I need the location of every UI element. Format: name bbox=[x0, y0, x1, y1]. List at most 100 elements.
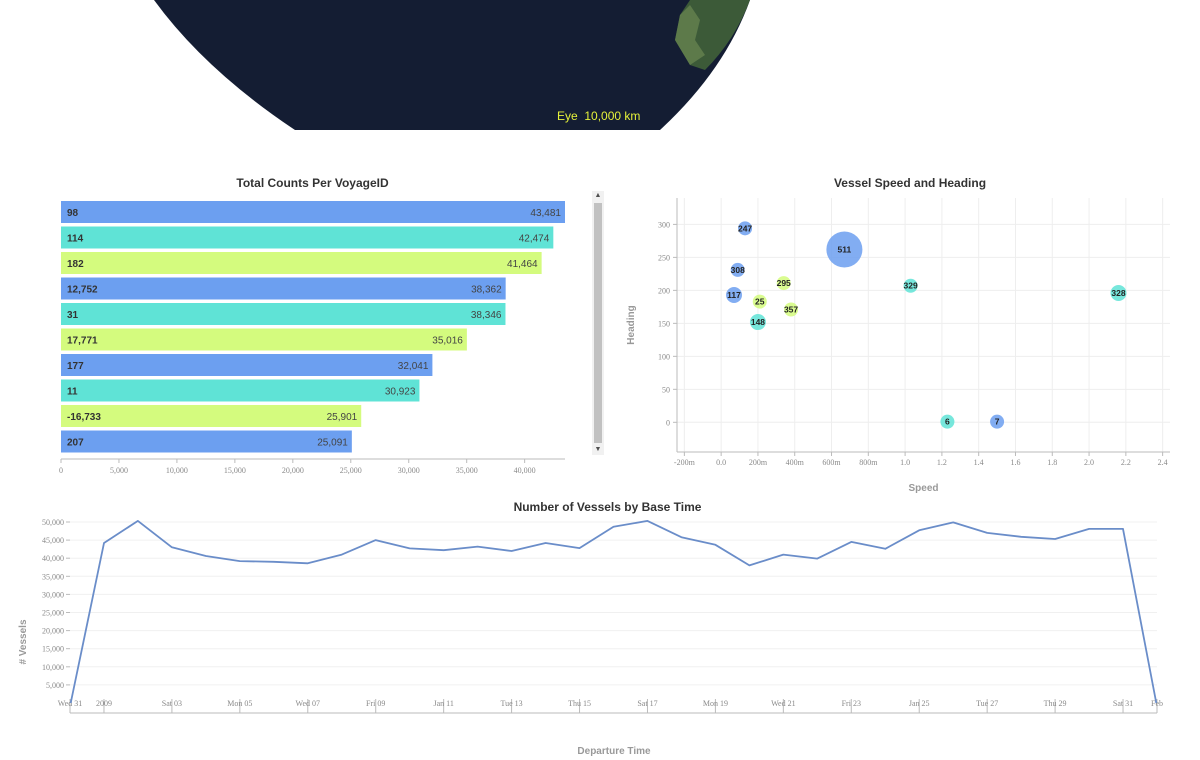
x-tick-label: Thu 29 bbox=[1044, 699, 1067, 708]
bar bbox=[61, 277, 506, 300]
x-tick-label: 2.0 bbox=[1084, 458, 1094, 467]
bubble-chart-title: Vessel Speed and Heading bbox=[833, 176, 987, 190]
bar-value-label: 25,091 bbox=[317, 438, 348, 449]
eye-value: 10,000 km bbox=[584, 109, 641, 123]
bar-category-label: 11 bbox=[67, 387, 78, 398]
y-tick-label: 300 bbox=[658, 220, 670, 229]
bar-chart-title: Total Counts Per VoyageID bbox=[236, 176, 389, 190]
series-line bbox=[69, 519, 1158, 704]
bar bbox=[61, 379, 420, 402]
bar-category-label: 207 bbox=[67, 438, 84, 449]
x-tick-label: Feb bbox=[1151, 699, 1163, 708]
scroll-up-arrow-icon[interactable]: ▲ bbox=[592, 191, 604, 201]
x-tick-label: 1.4 bbox=[974, 458, 984, 467]
x-tick-label: Sat 31 bbox=[1113, 699, 1133, 708]
bar-value-label: 35,016 bbox=[432, 336, 463, 347]
x-tick-label: Jan 11 bbox=[433, 699, 453, 708]
x-tick-label: Mon 19 bbox=[703, 699, 728, 708]
bar bbox=[61, 430, 352, 453]
bar-value-label: 41,464 bbox=[507, 259, 538, 270]
bar-value-label: 38,362 bbox=[471, 285, 502, 296]
bubble-label: 6 bbox=[945, 417, 950, 427]
x-axis-title: Departure Time bbox=[577, 746, 651, 757]
bar bbox=[61, 226, 554, 249]
x-tick-label: Jan 25 bbox=[909, 699, 930, 708]
y-tick-label: 25,000 bbox=[42, 609, 64, 618]
x-tick-label: 40,000 bbox=[514, 466, 536, 475]
x-tick-label: 2009 bbox=[96, 699, 112, 708]
x-tick-label: 2.2 bbox=[1121, 458, 1131, 467]
x-tick-label: 20,000 bbox=[282, 466, 304, 475]
y-axis-title: Heading bbox=[626, 305, 637, 344]
x-tick-label: Fri 23 bbox=[842, 699, 861, 708]
x-tick-label: 600m bbox=[822, 458, 841, 467]
bar-category-label: 17,771 bbox=[67, 336, 98, 347]
bubble-label: 308 bbox=[731, 265, 745, 275]
bubble-label: 247 bbox=[738, 223, 752, 233]
x-tick-label: Sat 17 bbox=[637, 699, 657, 708]
bubble-label: 328 bbox=[1111, 288, 1125, 298]
y-tick-label: 30,000 bbox=[42, 590, 64, 599]
x-tick-label: 25,000 bbox=[340, 466, 362, 475]
y-tick-label: 150 bbox=[658, 319, 670, 328]
x-tick-label: 1.8 bbox=[1047, 458, 1057, 467]
x-tick-label: Tue 27 bbox=[976, 699, 998, 708]
line-chart: 5,000 10,000 15,000 20,000 25,000 30,000 35,00… bbox=[18, 518, 1163, 757]
bar-value-label: 38,346 bbox=[471, 310, 502, 321]
x-tick-label: 2.4 bbox=[1158, 458, 1168, 467]
x-tick-label: Wed 31 bbox=[58, 699, 82, 708]
x-tick-label: Tue 13 bbox=[501, 699, 523, 708]
globe-viewer[interactable]: Eye 10,000 km bbox=[0, 0, 1200, 130]
x-tick-label: 35,000 bbox=[456, 466, 478, 475]
y-tick-label: 15,000 bbox=[42, 645, 64, 654]
eye-altitude-readout: Eye 10,000 km bbox=[557, 109, 640, 123]
bar-chart-scrollbar[interactable]: ▲ ▼ bbox=[592, 191, 604, 455]
x-tick-label: 10,000 bbox=[166, 466, 188, 475]
bar-category-label: 114 bbox=[67, 234, 84, 245]
x-tick-label: 200m bbox=[749, 458, 768, 467]
bubble-label: 329 bbox=[904, 281, 918, 291]
bar-value-label: 30,923 bbox=[385, 387, 416, 398]
x-tick-label: 1.6 bbox=[1010, 458, 1020, 467]
x-tick-label: 1.0 bbox=[900, 458, 910, 467]
bar bbox=[61, 303, 506, 325]
globe-disc bbox=[154, 0, 750, 130]
x-tick-label: -200m bbox=[674, 458, 696, 467]
y-tick-label: 50 bbox=[662, 385, 670, 394]
x-tick-label: 0.0 bbox=[716, 458, 726, 467]
y-tick-label: 45,000 bbox=[42, 536, 64, 545]
bar-category-label: 98 bbox=[67, 208, 79, 219]
x-tick-label: 5,000 bbox=[110, 466, 128, 475]
y-tick-label: 40,000 bbox=[42, 554, 64, 563]
bar-value-label: 32,041 bbox=[398, 361, 429, 372]
bubble-label: 25 bbox=[755, 297, 765, 307]
x-tick-label: 800m bbox=[859, 458, 878, 467]
eye-label: Eye bbox=[557, 109, 578, 123]
scroll-down-arrow-icon[interactable]: ▼ bbox=[592, 445, 604, 455]
x-tick-label: Wed 07 bbox=[296, 699, 320, 708]
x-tick-label: Sat 03 bbox=[162, 699, 182, 708]
bar-category-label: 177 bbox=[67, 361, 84, 372]
x-tick-label: 0 bbox=[59, 466, 63, 475]
scroll-thumb[interactable] bbox=[594, 203, 602, 443]
bubble-label: 7 bbox=[995, 417, 1000, 427]
bar bbox=[61, 201, 565, 223]
y-tick-label: 200 bbox=[658, 286, 670, 295]
y-tick-label: 20,000 bbox=[42, 627, 64, 636]
x-tick-label: Mon 05 bbox=[227, 699, 252, 708]
bar bbox=[61, 252, 542, 274]
x-tick-label: 15,000 bbox=[224, 466, 246, 475]
bar-category-label: 12,752 bbox=[67, 285, 98, 296]
y-tick-label: 35,000 bbox=[42, 572, 64, 581]
bubble-label: 357 bbox=[784, 304, 798, 314]
bubble-label: 148 bbox=[751, 317, 765, 327]
y-tick-label: 250 bbox=[658, 253, 670, 262]
y-tick-label: 50,000 bbox=[42, 518, 64, 527]
bubble-label: 295 bbox=[777, 278, 791, 288]
bubble-label: 117 bbox=[727, 290, 741, 300]
x-tick-label: 400m bbox=[786, 458, 805, 467]
bar bbox=[61, 328, 467, 351]
y-axis-title: # Vessels bbox=[18, 619, 29, 664]
x-tick-label: Wed 21 bbox=[771, 699, 795, 708]
bar-category-label: 31 bbox=[67, 310, 79, 321]
